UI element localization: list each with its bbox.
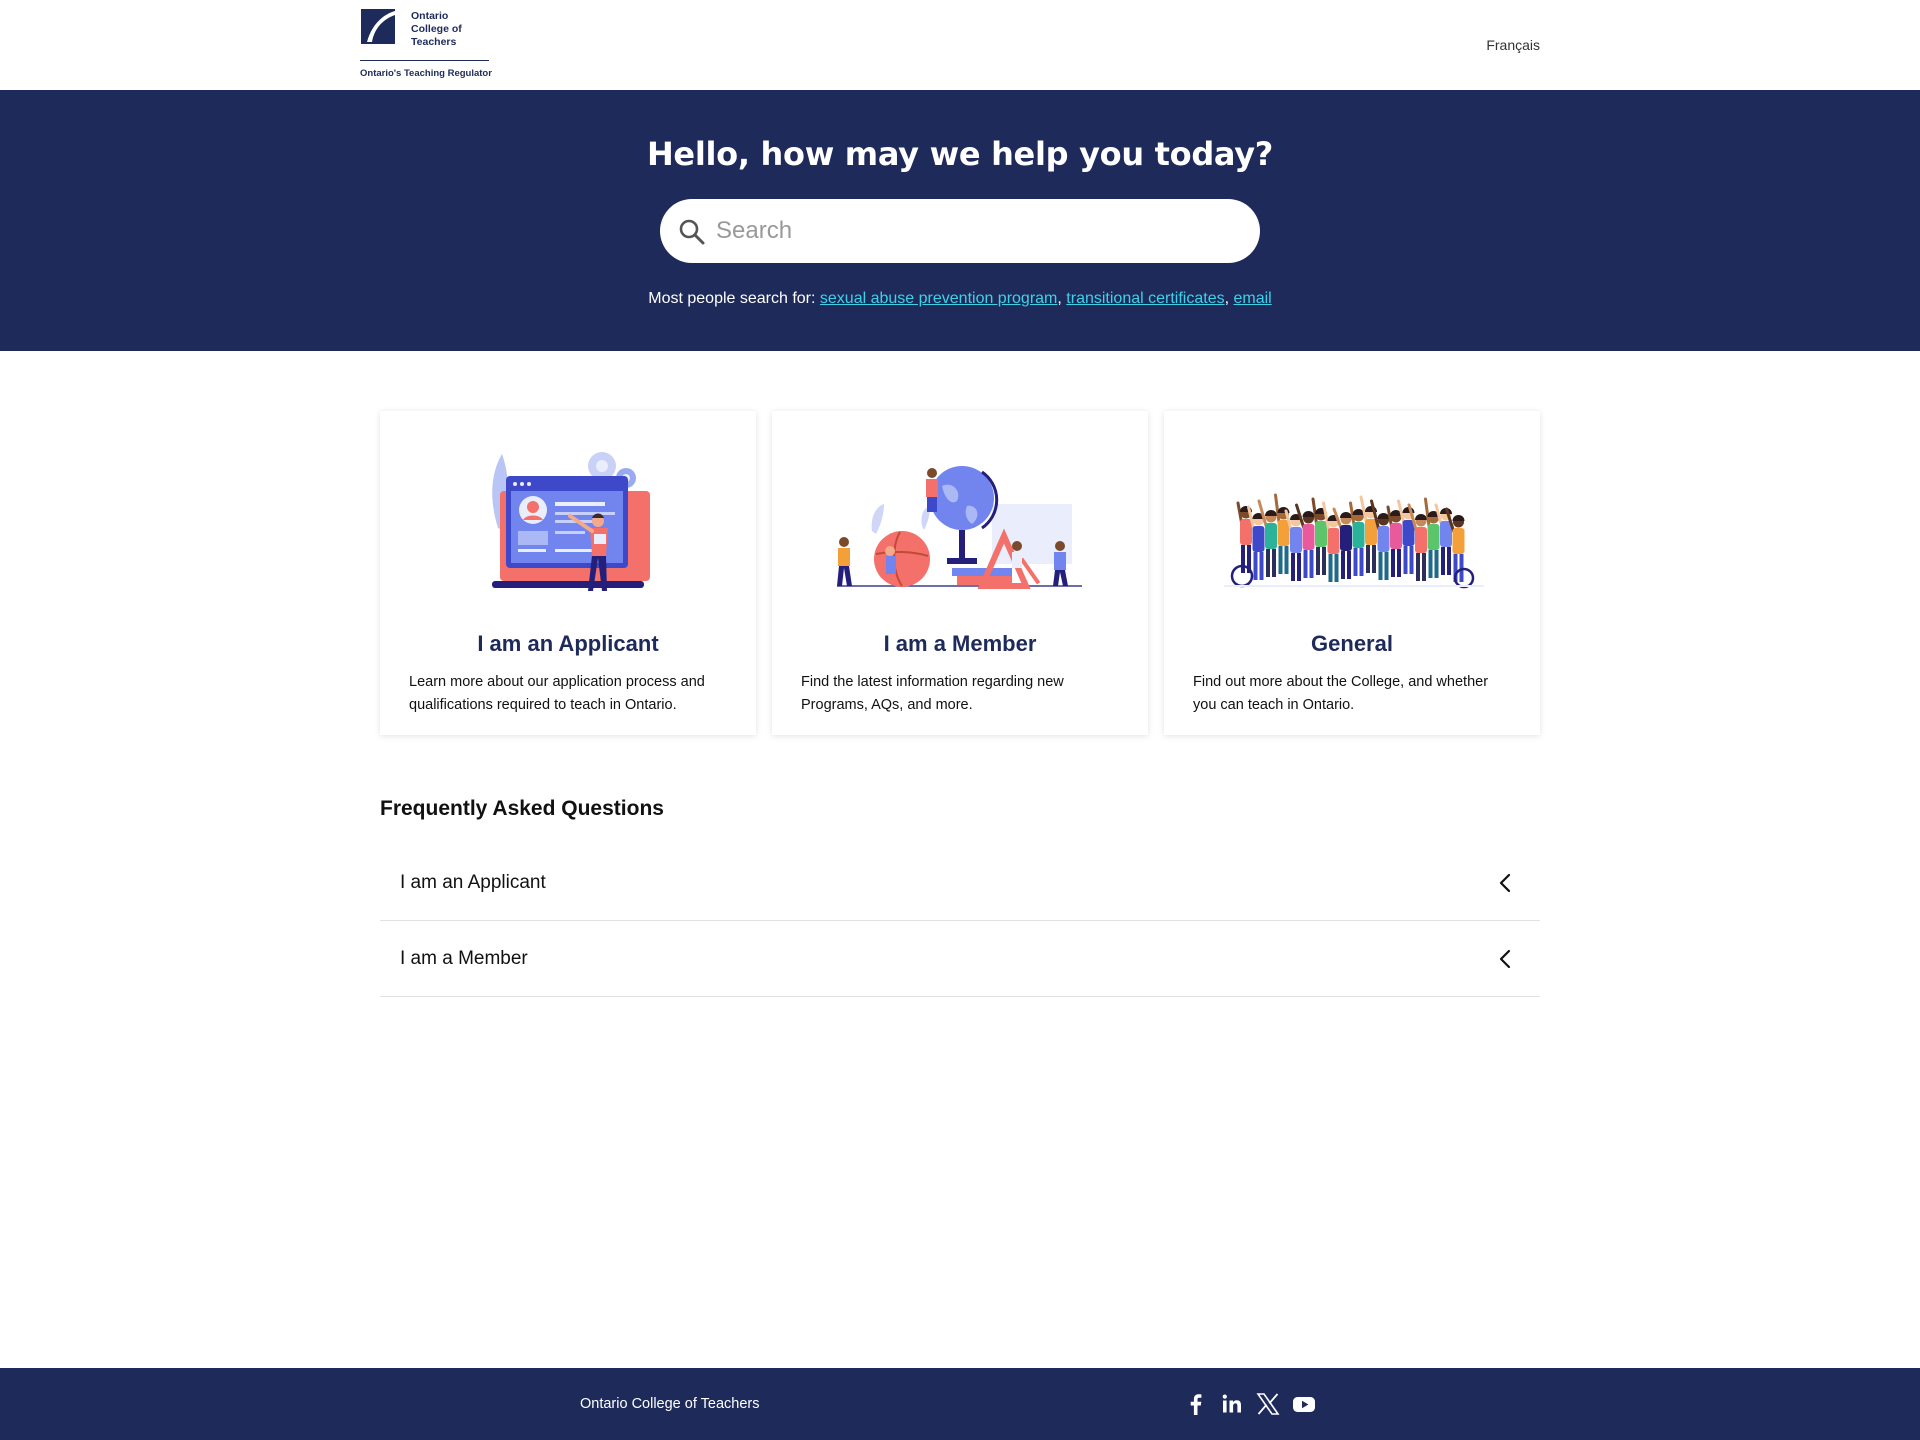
logo-divider (360, 60, 489, 61)
chevron-left-icon (1499, 949, 1511, 969)
popular-link-email[interactable]: email (1234, 290, 1272, 307)
card-member[interactable]: I am a Member Find the latest informatio… (772, 411, 1148, 735)
popular-separator: , (1224, 290, 1230, 307)
site-footer: Ontario College of Teachers (0, 1368, 1920, 1440)
logo-wordmark: Ontario College of Teachers (411, 10, 481, 49)
hero-title: Hello, how may we help you today? (646, 135, 1274, 173)
card-applicant-title: I am an Applicant (477, 631, 659, 656)
youtube-icon[interactable] (1291, 1391, 1317, 1417)
faq-item-member[interactable]: I am a Member (380, 921, 1540, 997)
applicant-illustration-icon (492, 452, 650, 591)
faq-heading: Frequently Asked Questions (380, 797, 664, 820)
popular-searches-label: Most people search for: (648, 290, 816, 307)
logo-line-3: Teachers (411, 36, 457, 48)
ocot-logo[interactable]: Ontario College of Teachers Ontario's Te… (360, 8, 492, 81)
facebook-icon[interactable] (1183, 1391, 1209, 1417)
footer-org-name: Ontario College of Teachers (580, 1396, 760, 1412)
card-applicant[interactable]: I am an Applicant Learn more about our a… (380, 411, 756, 735)
card-member-title: I am a Member (883, 631, 1037, 656)
card-member-description: Find the latest information regarding ne… (801, 674, 1064, 713)
popular-separator: , (1057, 290, 1062, 307)
card-general-title: General (1311, 631, 1393, 656)
site-header: Ontario College of Teachers Ontario's Te… (0, 0, 1920, 90)
search-icon (679, 219, 705, 245)
popular-link-transitional-certificates[interactable]: transitional certificates (1066, 290, 1224, 307)
category-cards: I am an Applicant Learn more about our a… (380, 411, 1540, 736)
card-general[interactable]: General Find out more about the College,… (1164, 411, 1540, 735)
chevron-left-icon (1499, 873, 1511, 893)
hero-banner: Hello, how may we help you today? Most p… (0, 90, 1920, 351)
member-illustration-icon (837, 466, 1082, 589)
search-input[interactable] (716, 199, 1236, 263)
linkedin-icon[interactable] (1219, 1391, 1245, 1417)
logo-line-2: College of (411, 23, 462, 35)
faq-item-applicant[interactable]: I am an Applicant (380, 845, 1540, 921)
search-box[interactable] (660, 199, 1260, 263)
card-general-description: Find out more about the College, and whe… (1193, 674, 1489, 713)
faq-item-label: I am a Member (400, 948, 528, 969)
language-toggle-link[interactable]: Français (1486, 37, 1540, 53)
logo-tagline: Ontario's Teaching Regulator (360, 68, 492, 79)
popular-searches: Most people search for: sexual abuse pre… (0, 290, 1920, 308)
general-illustration-icon (1224, 493, 1484, 589)
popular-link-sexual-abuse-prevention[interactable]: sexual abuse prevention program (820, 290, 1057, 307)
logo-mark-icon (361, 9, 395, 44)
logo-line-1: Ontario (411, 10, 449, 22)
faq-item-label: I am an Applicant (400, 872, 546, 893)
card-applicant-description: Learn more about our application process… (409, 674, 705, 713)
x-icon[interactable] (1255, 1391, 1281, 1417)
